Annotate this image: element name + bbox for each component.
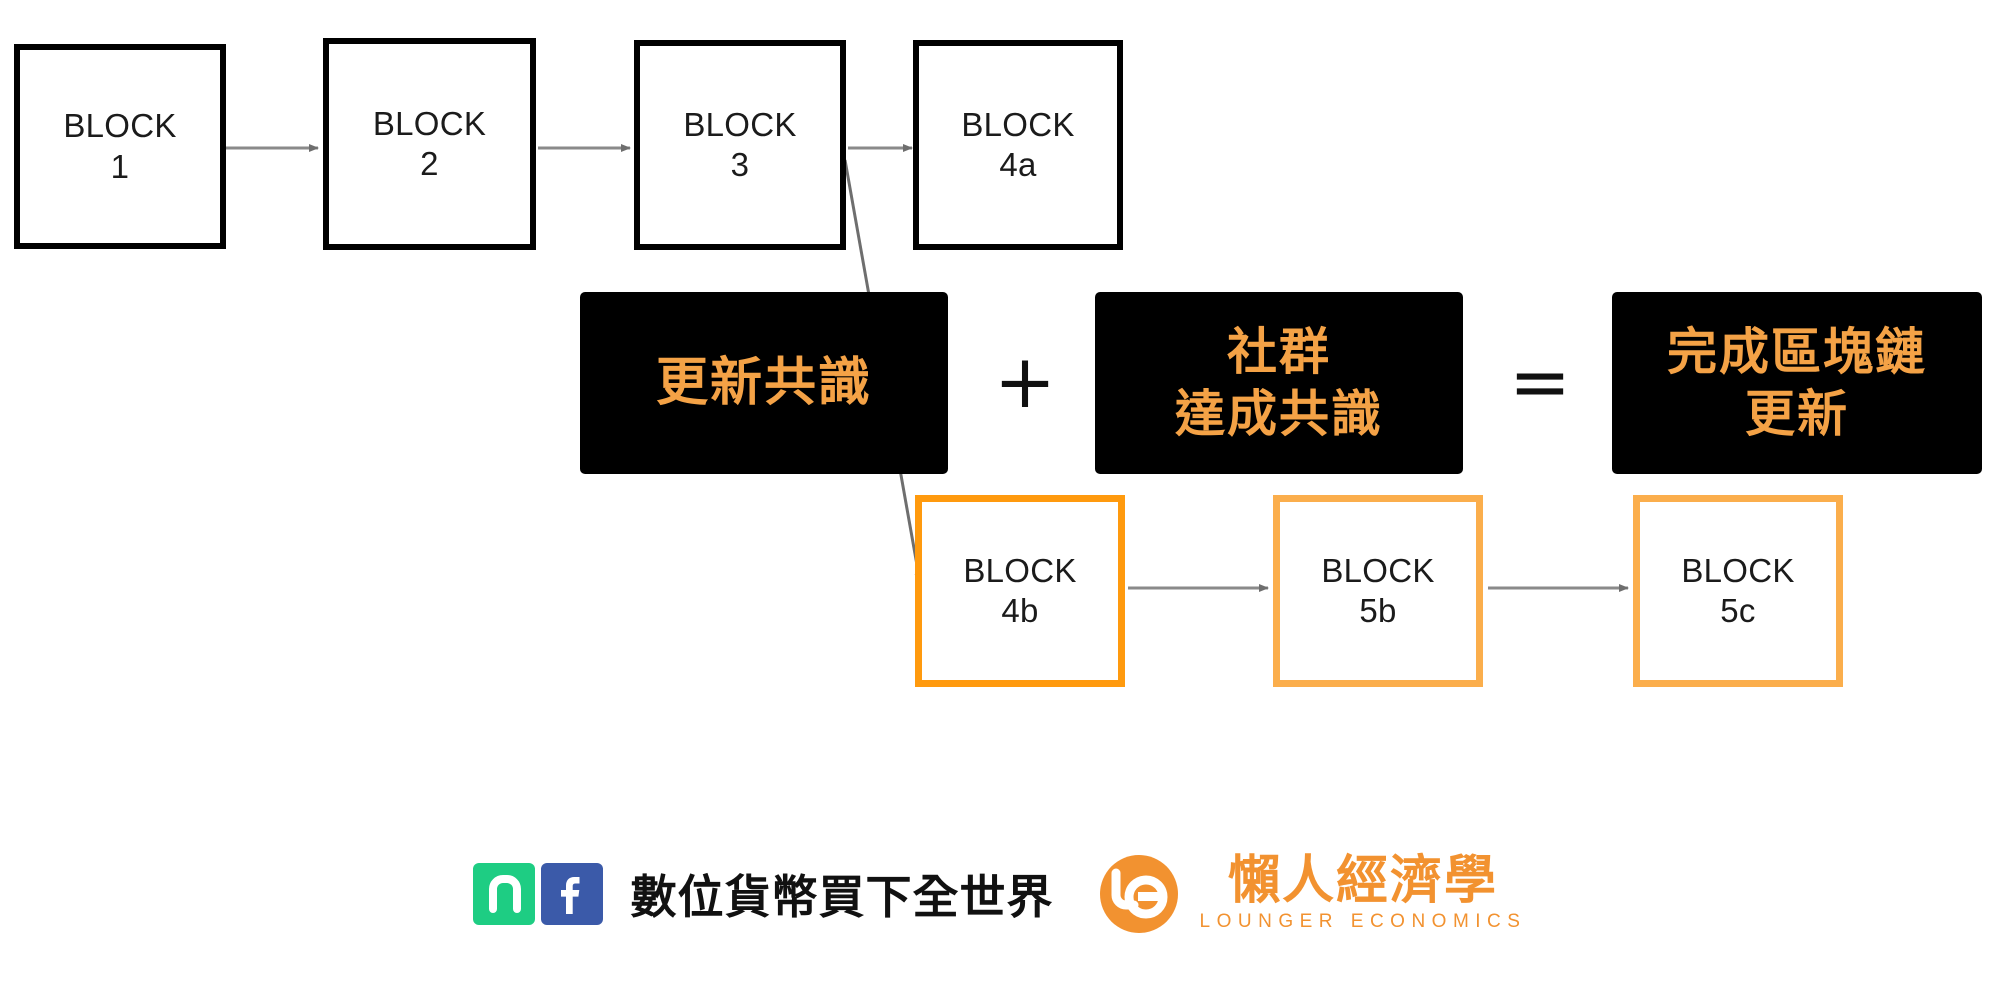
banner-blockchain-updated-line1: 完成區塊鏈 [1667, 323, 1927, 380]
block-3-label-line1: BLOCK [683, 105, 797, 143]
operator-equals: = [1508, 339, 1571, 425]
line-icon[interactable] [472, 863, 535, 925]
banner-blockchain-updated-line2: 更新 [1745, 386, 1849, 442]
block-2[interactable]: BLOCK 2 [323, 38, 536, 250]
block-5b[interactable]: BLOCK 5b [1273, 495, 1483, 687]
block-4a-label-line2: 4a [999, 146, 1037, 183]
block-2-label-line1: BLOCK [372, 104, 487, 142]
operator-plus: + [993, 339, 1056, 425]
banner-blockchain-updated[interactable]: 完成區塊鏈 更新 [1612, 292, 1982, 474]
lounger-economics-logo-icon [1099, 855, 1178, 933]
block-5c-label-line1: BLOCK [1681, 551, 1795, 589]
diagram-canvas: BLOCK 1 BLOCK 2 BLOCK 3 BLOCK 4a BLOCK 4… [0, 0, 1999, 982]
block-4b-label-line1: BLOCK [963, 551, 1077, 589]
facebook-icon[interactable] [540, 863, 603, 925]
block-5c-label-line2: 5c [1720, 592, 1756, 629]
block-4b[interactable]: BLOCK 4b [915, 495, 1125, 687]
brand-name-english: LOUNGER ECONOMICS [1199, 910, 1527, 932]
block-4a-label-line1: BLOCK [961, 105, 1075, 143]
block-1-label-line2: 1 [110, 147, 130, 185]
block-4b-label-line2: 4b [1001, 592, 1039, 629]
banner-community-consensus-line1: 社群 [1227, 323, 1331, 380]
banner-community-consensus[interactable]: 社群 達成共識 [1095, 292, 1463, 474]
block-4a[interactable]: BLOCK 4a [913, 40, 1123, 250]
brand-text: 懶人經濟學 LOUNGER ECONOMICS [1200, 854, 1527, 933]
block-5b-label-line1: BLOCK [1321, 551, 1435, 589]
block-3-label-line2: 3 [730, 146, 750, 183]
social-icon-group [472, 863, 603, 925]
footer-bar: 數位貨幣買下全世界 懶人經濟學 LOUNGER ECONOMICS [0, 826, 1999, 962]
banner-community-consensus-line2: 達成共識 [1175, 386, 1383, 442]
banner-update-consensus-line1: 更新共識 [655, 353, 872, 412]
banner-update-consensus[interactable]: 更新共識 [580, 292, 948, 474]
brand-lockup[interactable]: 懶人經濟學 LOUNGER ECONOMICS [1090, 845, 1527, 943]
block-1[interactable]: BLOCK 1 [14, 44, 226, 249]
brand-name-chinese: 懶人經濟學 [1227, 852, 1498, 911]
block-1-label-line1: BLOCK [63, 107, 177, 145]
block-2-label-line2: 2 [420, 145, 439, 182]
block-5b-label-line2: 5b [1359, 592, 1397, 629]
block-5c[interactable]: BLOCK 5c [1633, 495, 1843, 687]
footer-slogan: 數位貨幣買下全世界 [630, 871, 1054, 923]
block-3[interactable]: BLOCK 3 [634, 40, 846, 250]
